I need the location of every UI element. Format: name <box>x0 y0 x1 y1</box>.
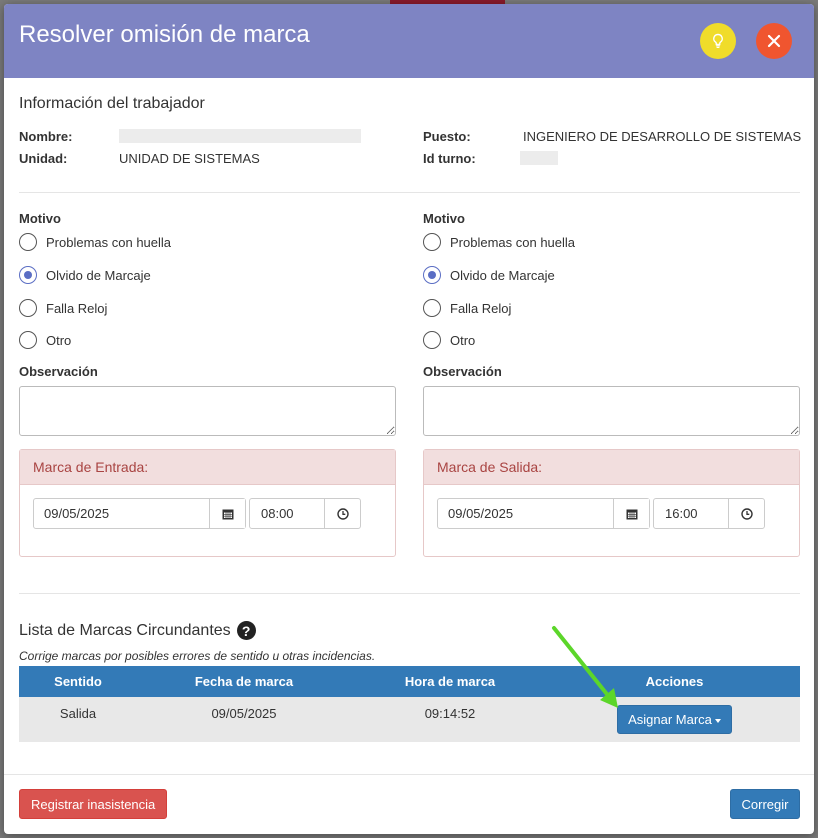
entrada-date-input[interactable]: 09/05/2025 <box>33 498 246 529</box>
salida-date-value[interactable]: 09/05/2025 <box>438 499 614 528</box>
marks-list-title: Lista de Marcas Circundantes <box>19 621 231 639</box>
radio-button[interactable] <box>423 299 441 317</box>
motivo-right-option-otro[interactable]: Otro <box>423 331 475 349</box>
radio-button[interactable] <box>19 233 37 251</box>
radio-button-checked[interactable] <box>19 266 37 284</box>
marca-salida-panel: Marca de Salida: 09/05/2025 16:00 <box>423 449 800 557</box>
motivo-right-option-falla[interactable]: Falla Reloj <box>423 299 511 317</box>
modal-title: Resolver omisión de marca <box>19 21 310 48</box>
divider <box>19 192 800 193</box>
question-circle-icon[interactable]: ? <box>236 621 256 640</box>
clock-icon <box>740 507 753 520</box>
radio-button[interactable] <box>19 299 37 317</box>
asignar-marca-label: Asignar Marca <box>628 712 712 727</box>
lightbulb-button[interactable] <box>700 23 736 59</box>
nombre-value-redacted <box>119 129 361 143</box>
motivo-left-option-otro[interactable]: Otro <box>19 331 71 349</box>
nombre-label: Nombre: <box>19 129 73 144</box>
marca-entrada-panel: Marca de Entrada: 09/05/2025 08:00 <box>19 449 396 557</box>
radio-button-checked[interactable] <box>423 266 441 284</box>
radio-button[interactable] <box>19 331 37 349</box>
column-header-fecha: Fecha de marca <box>137 666 351 697</box>
radio-label: Otro <box>46 332 72 348</box>
correct-button[interactable]: Corregir <box>730 789 800 819</box>
unidad-value: UNIDAD DE SISTEMAS <box>119 151 260 166</box>
clock-icon <box>336 507 349 520</box>
entrada-date-value[interactable]: 09/05/2025 <box>34 499 210 528</box>
table-header-row: Sentido Fecha de marca Hora de marca Acc… <box>19 666 800 697</box>
cell-sentido: Salida <box>19 697 137 742</box>
cell-hora: 09:14:52 <box>351 697 549 742</box>
close-button[interactable] <box>756 23 792 59</box>
worker-info-title: Información del trabajador <box>19 95 205 112</box>
unidad-label: Unidad: <box>19 151 68 166</box>
motivo-left-label: Motivo <box>19 211 61 226</box>
asignar-marca-dropdown-button[interactable]: Asignar Marca <box>617 705 732 734</box>
column-header-sentido: Sentido <box>19 666 137 697</box>
puesto-label: Puesto: <box>423 129 471 144</box>
marca-entrada-title: Marca de Entrada: <box>20 450 395 485</box>
marks-table: Sentido Fecha de marca Hora de marca Acc… <box>19 666 800 742</box>
cell-fecha: 09/05/2025 <box>137 697 351 742</box>
footer-divider <box>4 774 814 775</box>
marks-list-subtitle: Corrige marcas por posibles errores de s… <box>19 649 376 663</box>
motivo-left-option-huella[interactable]: Problemas con huella <box>19 233 171 251</box>
salida-time-input[interactable]: 16:00 <box>653 498 765 529</box>
turno-value-redacted <box>520 151 558 165</box>
motivo-left-option-falla[interactable]: Falla Reloj <box>19 299 107 317</box>
resolve-omission-modal: Resolver omisión de marca Información de… <box>4 4 814 834</box>
radio-label: Olvido de Marcaje <box>450 267 555 283</box>
radio-label: Problemas con huella <box>46 234 172 250</box>
salida-date-input[interactable]: 09/05/2025 <box>437 498 650 529</box>
radio-label: Otro <box>450 332 476 348</box>
entrada-time-input[interactable]: 08:00 <box>249 498 361 529</box>
calendar-button[interactable] <box>210 499 245 528</box>
motivo-right-option-olvido[interactable]: Olvido de Marcaje <box>423 266 555 284</box>
calendar-icon <box>222 509 233 519</box>
lightbulb-icon <box>713 33 723 48</box>
table-row: Salida 09/05/2025 09:14:52 Asignar Marca <box>19 697 800 742</box>
radio-label: Falla Reloj <box>46 300 108 316</box>
observacion-right-field[interactable] <box>423 386 800 436</box>
calendar-icon <box>626 509 637 519</box>
marca-salida-title: Marca de Salida: <box>424 450 799 485</box>
salida-time-value[interactable]: 16:00 <box>654 499 729 528</box>
caret-down-icon <box>714 718 721 723</box>
annotation-arrow-icon <box>552 626 618 708</box>
close-icon <box>767 34 781 48</box>
motivo-left-option-olvido[interactable]: Olvido de Marcaje <box>19 266 151 284</box>
motivo-right-label: Motivo <box>423 211 465 226</box>
radio-button[interactable] <box>423 331 441 349</box>
observacion-left-label: Observación <box>19 364 98 379</box>
divider <box>19 593 800 594</box>
turno-label: Id turno: <box>423 151 476 166</box>
calendar-button[interactable] <box>614 499 649 528</box>
modal-header: Resolver omisión de marca <box>4 4 814 78</box>
observacion-left-field[interactable] <box>19 386 396 436</box>
puesto-value: INGENIERO DE DESARROLLO DE SISTEMAS <box>523 129 802 144</box>
observacion-right-label: Observación <box>423 364 502 379</box>
radio-button[interactable] <box>423 233 441 251</box>
clock-button[interactable] <box>729 499 764 528</box>
clock-button[interactable] <box>325 499 360 528</box>
motivo-right-option-huella[interactable]: Problemas con huella <box>423 233 575 251</box>
radio-label: Problemas con huella <box>450 234 576 250</box>
register-absence-button[interactable]: Registrar inasistencia <box>19 789 168 819</box>
marks-list-heading: Lista de Marcas Circundantes ? <box>19 621 256 640</box>
entrada-time-value[interactable]: 08:00 <box>250 499 325 528</box>
radio-label: Olvido de Marcaje <box>46 267 151 283</box>
radio-label: Falla Reloj <box>450 300 512 316</box>
column-header-hora: Hora de marca <box>351 666 549 697</box>
